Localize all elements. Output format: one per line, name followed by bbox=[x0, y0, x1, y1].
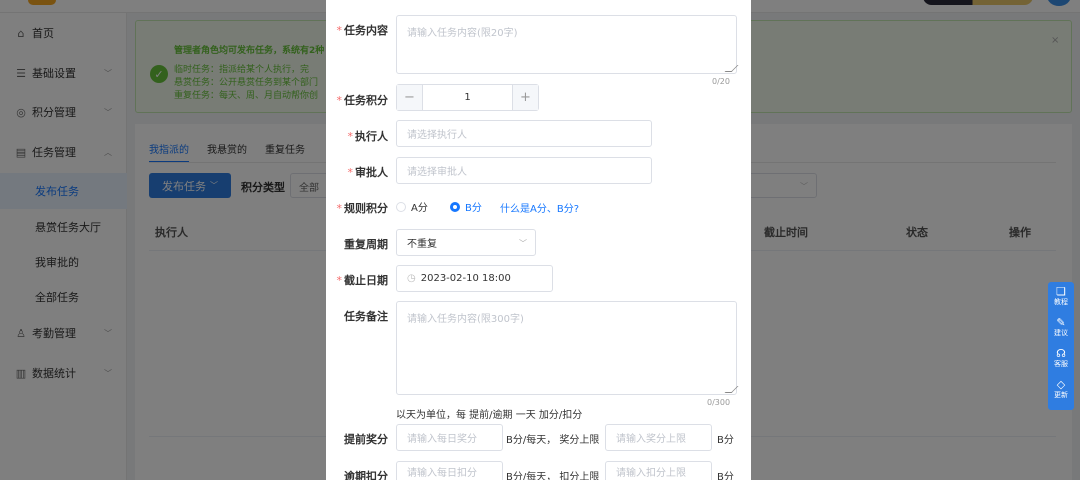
late-penalty-limit-input[interactable]: 请输入扣分上限 bbox=[605, 461, 712, 480]
points-input[interactable]: 1 bbox=[423, 85, 512, 110]
label-text: 任务备注 bbox=[344, 310, 388, 323]
rule-help-link[interactable]: 什么是A分、B分? bbox=[500, 200, 579, 215]
label-text: 逾期扣分 bbox=[344, 470, 388, 480]
required-mark: * bbox=[336, 274, 343, 287]
placeholder: 请选择审批人 bbox=[407, 167, 467, 178]
chevron-down-icon: ﹀ bbox=[519, 239, 527, 248]
repeat-cycle-select[interactable]: 不重复 bbox=[396, 229, 536, 256]
radio-label: A分 bbox=[411, 203, 428, 214]
radio-circle bbox=[396, 201, 406, 212]
field-label-remark: 任务备注 bbox=[326, 308, 388, 324]
late-daily-penalty-input[interactable]: 请输入每日扣分 bbox=[396, 461, 503, 480]
approver-select[interactable]: 请选择审批人 bbox=[396, 157, 652, 184]
publish-task-dialog: * 任务内容 请输入任务内容(限20字) 0/20 * 任务积分 − 1 + * 执行… bbox=[326, 0, 751, 480]
datetime-value: 2023-02-10 18:00 bbox=[420, 273, 511, 284]
field-label-content: * 任务内容 bbox=[326, 22, 389, 38]
field-label-late-penalty: 逾期扣分 bbox=[326, 468, 388, 480]
task-remark-textarea[interactable]: 请输入任务内容(限300字) bbox=[396, 301, 739, 395]
char-counter: 0/300 bbox=[707, 398, 731, 407]
placeholder: 请输入奖分上限 bbox=[616, 434, 686, 445]
placeholder: 请输入扣分上限 bbox=[616, 467, 686, 479]
select-value: 不重复 bbox=[407, 239, 437, 250]
points-stepper: − 1 + bbox=[396, 84, 539, 111]
tool-label: 建议 bbox=[1054, 329, 1068, 337]
edit-icon: ✎ bbox=[1056, 316, 1066, 329]
label-text: 任务内容 bbox=[344, 24, 388, 37]
radio-circle bbox=[450, 201, 460, 212]
radio-a-score[interactable]: A分 bbox=[396, 199, 428, 214]
unit-text: B分 bbox=[717, 435, 734, 446]
label-text: 截止日期 bbox=[344, 274, 388, 287]
unit-text: B分 bbox=[717, 472, 734, 480]
tool-label: 更新 bbox=[1054, 391, 1068, 399]
update-button[interactable]: ◇ 更新 bbox=[1054, 378, 1068, 409]
floating-toolbar: ❏ 教程 ✎ 建议 ☊ 客服 ◇ 更新 bbox=[1048, 282, 1074, 410]
label-text: 审批人 bbox=[355, 166, 388, 179]
suggestion-button[interactable]: ✎ 建议 bbox=[1054, 316, 1068, 347]
label-text: 执行人 bbox=[355, 130, 388, 143]
label-text: 提前奖分 bbox=[344, 433, 388, 446]
increment-button[interactable]: + bbox=[512, 85, 538, 110]
update-icon: ◇ bbox=[1056, 378, 1066, 391]
field-label-approver: * 审批人 bbox=[326, 164, 389, 180]
required-mark: * bbox=[336, 24, 343, 37]
required-mark: * bbox=[336, 94, 343, 107]
tool-label: 教程 bbox=[1054, 298, 1068, 306]
radio-b-score[interactable]: B分 bbox=[450, 199, 482, 214]
early-unit-text: B分/每天， 奖分上限 bbox=[506, 435, 600, 446]
tutorial-button[interactable]: ❏ 教程 bbox=[1054, 285, 1068, 316]
early-daily-bonus-input[interactable]: 请输入每日奖分 bbox=[396, 424, 503, 451]
radio-label: B分 bbox=[465, 203, 482, 214]
support-button[interactable]: ☊ 客服 bbox=[1054, 347, 1068, 378]
deadline-datetime-picker[interactable]: ◷ 2023-02-10 18:00 bbox=[396, 265, 553, 292]
task-content-textarea[interactable]: 请输入任务内容(限20字) bbox=[396, 15, 739, 74]
required-mark: * bbox=[347, 130, 354, 143]
field-label-points: * 任务积分 bbox=[326, 92, 389, 108]
score-rule-hint: 以天为单位，每 提前/逾期 一天 加分/扣分 bbox=[396, 410, 583, 421]
book-icon: ❏ bbox=[1056, 285, 1066, 298]
field-label-executor: * 执行人 bbox=[326, 128, 389, 144]
executor-select[interactable]: 请选择执行人 bbox=[396, 120, 652, 147]
placeholder: 请输入每日扣分 bbox=[407, 467, 477, 479]
label-text: 任务积分 bbox=[344, 94, 388, 107]
field-label-repeat: 重复周期 bbox=[326, 236, 388, 252]
early-bonus-limit-input[interactable]: 请输入奖分上限 bbox=[605, 424, 712, 451]
field-label-rule: * 规则积分 bbox=[326, 200, 389, 216]
placeholder: 请选择执行人 bbox=[407, 130, 467, 141]
tool-label: 客服 bbox=[1054, 360, 1068, 368]
label-text: 规则积分 bbox=[344, 202, 388, 215]
headset-icon: ☊ bbox=[1056, 347, 1066, 360]
required-mark: * bbox=[347, 166, 354, 179]
placeholder: 请输入任务内容(限300字) bbox=[407, 314, 524, 325]
char-counter: 0/20 bbox=[712, 77, 730, 86]
label-text: 重复周期 bbox=[344, 238, 388, 251]
required-mark: * bbox=[336, 202, 343, 215]
placeholder: 请输入任务内容(限20字) bbox=[407, 28, 518, 39]
placeholder: 请输入每日奖分 bbox=[407, 434, 477, 445]
field-label-early-bonus: 提前奖分 bbox=[326, 431, 388, 447]
field-label-deadline: * 截止日期 bbox=[326, 272, 389, 288]
resize-handle[interactable] bbox=[724, 386, 739, 393]
late-unit-text: B分/每天， 扣分上限 bbox=[506, 472, 600, 480]
resize-handle[interactable] bbox=[724, 65, 739, 72]
decrement-button[interactable]: − bbox=[397, 85, 423, 110]
clock-icon: ◷ bbox=[407, 273, 416, 284]
